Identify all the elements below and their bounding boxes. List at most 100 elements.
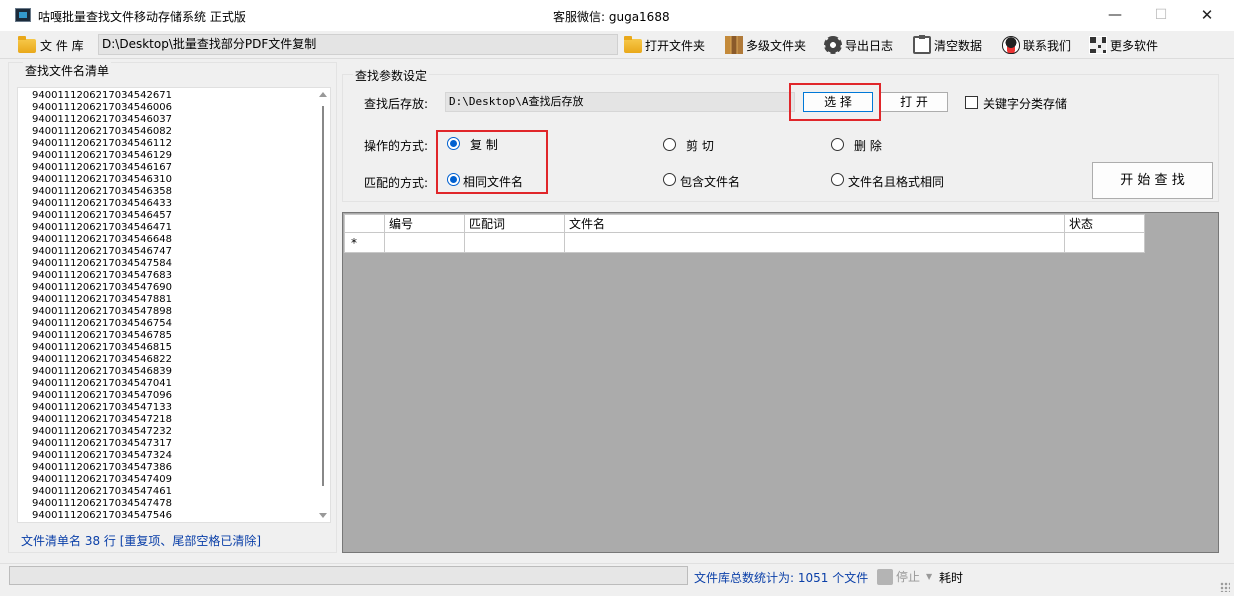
list-item: 9400111206217034547133 (32, 402, 172, 413)
library-path-field[interactable]: D:\Desktop\批量查找部分PDF文件复制 (98, 34, 618, 55)
stop-label: 停止 (896, 570, 921, 584)
list-item: 9400111206217034546037 (32, 114, 172, 125)
export-log-label: 导出日志 (845, 38, 894, 53)
cut-radio[interactable] (663, 138, 676, 151)
cut-label: 剪 切 (686, 139, 714, 153)
file-list-scrollbar[interactable] (316, 88, 330, 522)
list-item: 9400111206217034547546 (32, 510, 172, 521)
select-button-highlight (789, 83, 881, 121)
grid-cell[interactable] (384, 232, 465, 253)
list-item: 9400111206217034546822 (32, 354, 172, 365)
match-label: 匹配的方式: (364, 176, 429, 190)
grid-cell[interactable] (464, 232, 565, 253)
list-item: 9400111206217034546785 (32, 330, 172, 341)
grid-cell[interactable] (564, 232, 1065, 253)
list-item: 9400111206217034547461 (32, 486, 172, 497)
contact-us-label: 联系我们 (1023, 38, 1072, 53)
library-button[interactable]: 文 件 库 (18, 36, 84, 54)
grid-header-status[interactable]: 状态 (1064, 214, 1145, 233)
scroll-thumb[interactable] (322, 106, 324, 486)
qq-icon (1002, 36, 1020, 54)
more-software-button[interactable]: 更多软件 (1089, 35, 1158, 55)
folder-icon (624, 36, 642, 53)
support-wechat: 客服微信: guga1688 (553, 10, 670, 24)
list-item: 9400111206217034547683 (32, 270, 172, 281)
file-list-title: 查找文件名清单 (23, 62, 112, 79)
open-folder-button[interactable]: 打开文件夹 (624, 35, 705, 55)
list-item: 9400111206217034547232 (32, 426, 172, 437)
list-item: 9400111206217034547898 (32, 306, 172, 317)
list-item: 9400111206217034546433 (32, 198, 172, 209)
options-highlight (436, 130, 548, 194)
status-bar: 文件库总数统计为: 1051 个文件 停止 ▼ 耗时 (0, 563, 1234, 596)
scroll-down-icon[interactable] (319, 513, 327, 518)
keyword-category-checkbox[interactable] (965, 96, 978, 109)
stop-button[interactable]: 停止 ▼ (877, 568, 932, 585)
list-item: 9400111206217034546839 (32, 366, 172, 377)
list-item: 9400111206217034547409 (32, 474, 172, 485)
search-settings-title: 查找参数设定 (353, 67, 430, 84)
open-folder-label: 打开文件夹 (645, 38, 706, 53)
list-item: 9400111206217034546167 (32, 162, 172, 173)
list-item: 9400111206217034547218 (32, 414, 172, 425)
app-icon (15, 8, 31, 22)
save-path-label: 查找后存放: (364, 97, 429, 111)
file-list-textarea[interactable]: 9400111206217034542671 940011120621703454… (17, 87, 331, 523)
file-list-status: 文件清单名 38 行 [重复项、尾部空格已清除] (21, 534, 262, 548)
list-item: 9400111206217034546112 (32, 138, 172, 149)
clipboard-icon (913, 35, 931, 54)
contains-name-label: 包含文件名 (680, 175, 741, 189)
open-button[interactable]: 打 开 (880, 92, 948, 112)
contains-name-radio[interactable] (663, 173, 676, 186)
keyword-category-label: 关键字分类存储 (983, 97, 1068, 111)
start-search-button[interactable]: 开 始 查 找 (1092, 162, 1213, 199)
maximize-button[interactable]: ☐ (1138, 0, 1184, 31)
grid-cell[interactable] (1064, 232, 1145, 253)
export-log-button[interactable]: 导出日志 (824, 35, 893, 55)
contact-us-button[interactable]: 联系我们 (1002, 35, 1071, 55)
grid-header-keyword[interactable]: 匹配词 (464, 214, 565, 233)
more-software-label: 更多软件 (1110, 38, 1159, 53)
grid-header-number[interactable]: 编号 (384, 214, 465, 233)
list-item: 9400111206217034546310 (32, 174, 172, 185)
library-label: 文 件 库 (40, 38, 84, 53)
qr-code-icon (1089, 36, 1107, 54)
list-item: 9400111206217034547478 (32, 498, 172, 509)
results-grid[interactable]: 编号 匹配词 文件名 状态 * (342, 212, 1219, 553)
gear-icon (824, 36, 842, 54)
grid-header-filename[interactable]: 文件名 (564, 214, 1065, 233)
window-title: 咕嘎批量查找文件移动存储系统 正式版 (38, 10, 246, 24)
clear-data-label: 清空数据 (934, 38, 983, 53)
results-table: 编号 匹配词 文件名 状态 * (344, 214, 1145, 253)
minimize-button[interactable]: — (1092, 0, 1138, 31)
elapsed-time: 耗时 (939, 571, 964, 585)
dropdown-caret-icon[interactable]: ▼ (926, 572, 932, 581)
list-item: 9400111206217034547881 (32, 294, 172, 305)
resize-grip-icon[interactable] (1220, 582, 1230, 592)
multi-folder-label: 多级文件夹 (746, 38, 807, 53)
delete-radio[interactable] (831, 138, 844, 151)
multi-folder-button[interactable]: 多级文件夹 (725, 35, 806, 55)
same-name-format-label: 文件名且格式相同 (848, 175, 945, 189)
close-button[interactable]: ✕ (1184, 0, 1230, 31)
same-name-format-radio[interactable] (831, 173, 844, 186)
title-bar: 咕嘎批量查找文件移动存储系统 正式版 客服微信: guga1688 — ☐ ✕ (0, 0, 1234, 31)
progress-bar (9, 566, 688, 585)
clear-data-button[interactable]: 清空数据 (913, 35, 982, 55)
grid-new-row-marker: * (344, 232, 385, 253)
list-item: 9400111206217034542671 (32, 90, 172, 101)
grid-corner-cell (344, 214, 385, 233)
grid-new-row[interactable]: * (344, 232, 1145, 253)
library-count: 文件库总数统计为: 1051 个文件 (694, 571, 869, 585)
save-path-field[interactable]: D:\Desktop\A查找后存放 (445, 92, 795, 112)
list-item: 9400111206217034546471 (32, 222, 172, 233)
list-item: 9400111206217034546457 (32, 210, 172, 221)
list-item: 9400111206217034546082 (32, 126, 172, 137)
stop-icon (877, 568, 893, 585)
list-item: 9400111206217034547317 (32, 438, 172, 449)
scroll-up-icon[interactable] (319, 92, 327, 97)
grid-header-row: 编号 匹配词 文件名 状态 (344, 214, 1145, 233)
list-item: 9400111206217034547690 (32, 282, 172, 293)
list-item: 9400111206217034546129 (32, 150, 172, 161)
toolbar: 文 件 库 D:\Desktop\批量查找部分PDF文件复制 打开文件夹 多级文… (0, 31, 1234, 59)
